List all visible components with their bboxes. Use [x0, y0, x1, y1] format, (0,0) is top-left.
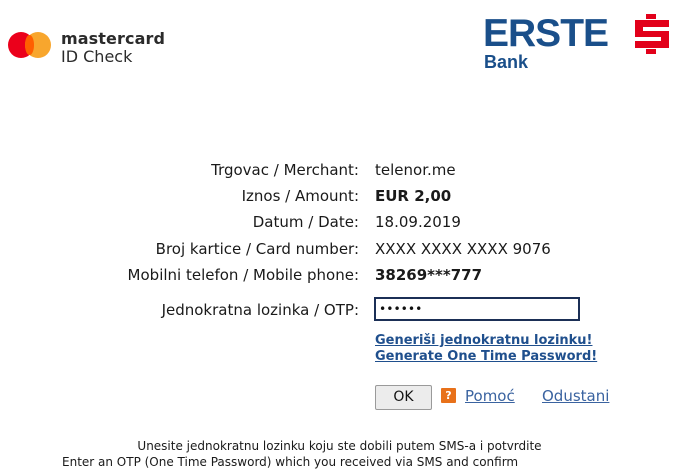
- otp-input[interactable]: [374, 297, 580, 321]
- instructions-local: Unesite jednokratnu lozinku koju ste dob…: [137, 439, 542, 453]
- otp-label: Jednokratna lozinka / OTP:: [161, 301, 359, 319]
- erste-s-symbol-icon: [635, 14, 669, 54]
- generate-otp-link-local[interactable]: Generiši jednokratnu lozinku!: [375, 333, 597, 349]
- merchant-row: Trgovac / Merchant: telenor.me: [0, 159, 679, 181]
- help-link[interactable]: Pomoć: [465, 387, 515, 405]
- mastercard-wordmark: mastercard: [61, 29, 166, 48]
- generate-otp-link-en[interactable]: Generate One Time Password!: [375, 349, 597, 365]
- merchant-label: Trgovac / Merchant:: [211, 161, 359, 179]
- erste-wordmark: ERSTE: [483, 12, 609, 55]
- generate-otp-links: Generiši jednokratnu lozinku! Generate O…: [375, 333, 597, 365]
- card-number-label: Broj kartice / Card number:: [155, 240, 359, 258]
- mobile-phone-label: Mobilni telefon / Mobile phone:: [127, 266, 359, 284]
- date-value: 18.09.2019: [375, 213, 461, 231]
- bank-label: Bank: [484, 52, 529, 72]
- amount-value: EUR 2,00: [375, 187, 452, 205]
- mastercard-id-check-logo: mastercard ID Check: [8, 28, 178, 68]
- card-number-value: XXXX XXXX XXXX 9076: [375, 240, 551, 258]
- mobile-phone-value: 38269***777: [375, 266, 483, 284]
- cancel-link[interactable]: Odustani: [542, 387, 609, 405]
- help-icon[interactable]: ?: [441, 388, 456, 403]
- amount-row: Iznos / Amount: EUR 2,00: [0, 185, 679, 207]
- mobile-phone-row: Mobilni telefon / Mobile phone: 38269***…: [0, 264, 679, 286]
- amount-label: Iznos / Amount:: [241, 187, 359, 205]
- ok-button[interactable]: OK: [375, 385, 432, 410]
- erste-bank-logo: ERSTE Bank: [483, 12, 679, 74]
- mastercard-circles-icon: [8, 32, 54, 58]
- instructions-en: Enter an OTP (One Time Password) which y…: [62, 455, 519, 469]
- date-label: Datum / Date:: [252, 213, 359, 231]
- merchant-value: telenor.me: [375, 161, 456, 179]
- id-check-label: ID Check: [61, 47, 133, 66]
- date-row: Datum / Date: 18.09.2019: [0, 211, 679, 233]
- card-number-row: Broj kartice / Card number: XXXX XXXX XX…: [0, 238, 679, 260]
